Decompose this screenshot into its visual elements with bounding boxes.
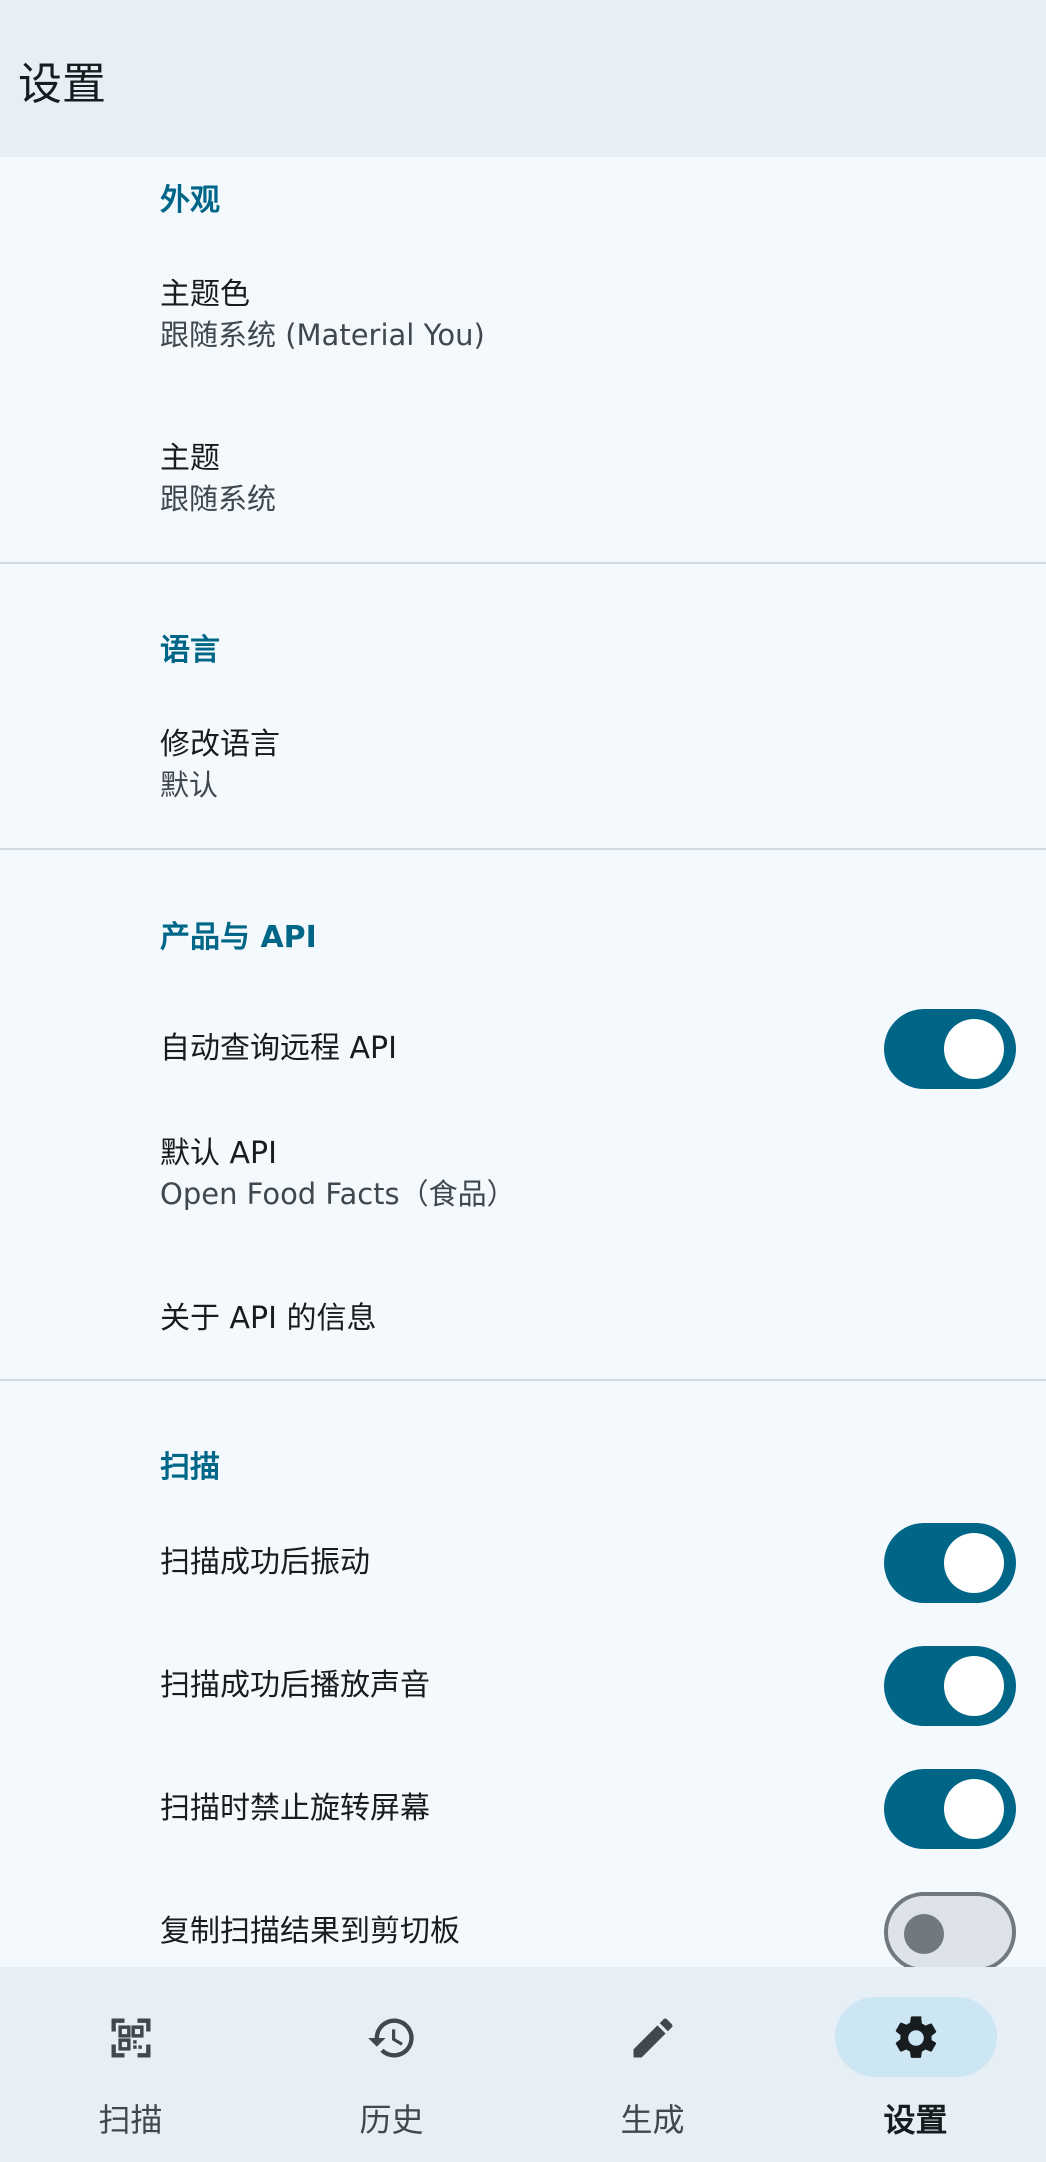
divider: [0, 562, 1046, 564]
theme-setting[interactable]: 主题 跟随系统: [160, 439, 1046, 519]
history-icon: [367, 2018, 414, 2058]
default-api-setting[interactable]: 默认 API Open Food Facts（食品）: [160, 1134, 1046, 1214]
nav-item-settings[interactable]: 设置: [785, 1967, 1046, 2162]
divider: [0, 848, 1046, 850]
nav-label: 扫描: [98, 2101, 163, 2139]
section-heading-scan: 扫描: [160, 1450, 220, 1485]
bottom-navigation: 扫描 历史 生成 设置: [0, 1967, 1046, 2162]
nav-item-history[interactable]: 历史: [261, 1967, 522, 2162]
theme-color-value: 跟随系统 (Material You): [160, 318, 485, 352]
nav-label: 历史: [359, 2101, 424, 2139]
nav-label: 设置: [883, 2101, 948, 2139]
qr-code-scan-icon: [111, 2018, 150, 2058]
nav-item-scan[interactable]: 扫描: [0, 1967, 261, 2162]
toggle-knob: [944, 1533, 1004, 1593]
change-language-title: 修改语言: [160, 727, 280, 762]
about-api-title: 关于 API 的信息: [160, 1301, 377, 1336]
theme-value: 跟随系统: [160, 482, 277, 516]
sound-setting[interactable]: 扫描成功后播放声音: [160, 1646, 1046, 1726]
toggle-knob: [944, 1779, 1004, 1839]
copy-clipboard-setting[interactable]: 复制扫描结果到剪切板: [160, 1892, 1046, 1967]
lock-rotation-toggle[interactable]: [884, 1769, 1016, 1849]
auto-query-api-toggle[interactable]: [884, 1009, 1016, 1089]
theme-color-title: 主题色: [160, 277, 250, 312]
vibrate-setting[interactable]: 扫描成功后振动: [160, 1523, 1046, 1603]
nav-label: 生成: [620, 2101, 685, 2139]
default-api-value: Open Food Facts（食品）: [160, 1177, 516, 1211]
vibrate-toggle[interactable]: [884, 1523, 1016, 1603]
divider: [0, 1379, 1046, 1381]
gear-icon: [895, 2016, 936, 2058]
section-heading-appearance: 外观: [160, 183, 220, 218]
about-api-setting[interactable]: 关于 API 的信息: [160, 1299, 1046, 1339]
toggle-knob: [904, 1914, 944, 1954]
toggle-knob: [944, 1019, 1004, 1079]
pencil-icon: [633, 2018, 673, 2058]
section-heading-language: 语言: [160, 633, 220, 668]
change-language-value: 默认: [160, 768, 219, 802]
auto-query-api-setting[interactable]: 自动查询远程 API: [160, 1009, 1046, 1089]
copy-clipboard-toggle[interactable]: [884, 1892, 1016, 1967]
settings-list[interactable]: 外观 主题色 跟随系统 (Material You) 主题 跟随系统 语言 修改…: [0, 157, 1046, 1967]
theme-color-setting[interactable]: 主题色 跟随系统 (Material You): [160, 275, 1046, 355]
toggle-knob: [944, 1656, 1004, 1716]
lock-rotation-setting[interactable]: 扫描时禁止旋转屏幕: [160, 1769, 1046, 1849]
section-heading-products-api: 产品与 API: [160, 920, 317, 955]
default-api-title: 默认 API: [160, 1136, 277, 1171]
nav-item-generate[interactable]: 生成: [522, 1967, 783, 2162]
theme-title: 主题: [160, 441, 220, 476]
page-title: 设置: [18, 59, 106, 110]
top-app-bar: 设置: [0, 0, 1046, 157]
change-language-setting[interactable]: 修改语言 默认: [160, 725, 1046, 805]
sound-toggle[interactable]: [884, 1646, 1016, 1726]
